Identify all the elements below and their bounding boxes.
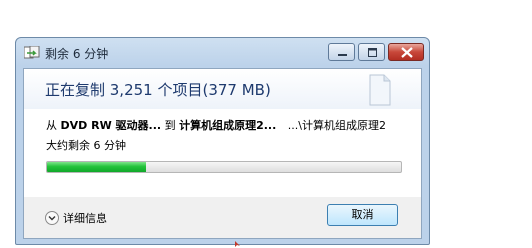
dialog-body: 从 DVD RW 驱动器... 到 计算机组成原理2... ...\计算机组成原… [24,109,421,197]
dialog-footer: 详细信息 取消 [24,197,421,238]
close-button[interactable] [388,43,424,61]
window-title: 剩余 6 分钟 [45,47,109,61]
dialog-header: 正在复制 3,251 个项目(377 MB) [24,69,421,109]
dialog-content: 正在复制 3,251 个项目(377 MB) 从 DVD RW 驱动器... 到… [23,68,422,239]
minimize-icon [338,54,347,56]
cursor-icon [235,241,240,247]
details-toggle[interactable]: 详细信息 [45,209,107,227]
progress-bar [46,161,402,173]
time-remaining: 大约剩余 6 分钟 [46,139,126,152]
cancel-button[interactable]: 取消 [327,204,398,226]
destination-link[interactable]: 计算机组成原理2... [179,119,276,132]
copy-icon [24,46,40,59]
transfer-route: 从 DVD RW 驱动器... 到 计算机组成原理2... ...\计算机组成原… [46,117,416,133]
close-icon [401,47,413,58]
title-bar[interactable]: 剩余 6 分钟 [16,38,429,67]
maximize-button[interactable] [358,43,385,61]
from-label: 从 [46,119,57,132]
minimize-button[interactable] [328,43,355,61]
copy-summary-title: 正在复制 3,251 个项目(377 MB) [45,81,271,99]
chevron-down-icon[interactable] [45,211,59,225]
copy-dialog: 剩余 6 分钟 正在复制 3,251 个项目(377 MB) 从 DVD RW … [15,37,430,245]
details-label[interactable]: 详细信息 [63,210,107,226]
document-icon [369,74,391,106]
maximize-icon [368,48,377,57]
source-link[interactable]: DVD RW 驱动器... [61,119,162,132]
destination-path: ...\计算机组成原理2 [287,119,386,132]
progress-fill [47,162,147,172]
to-label: 到 [164,119,176,132]
